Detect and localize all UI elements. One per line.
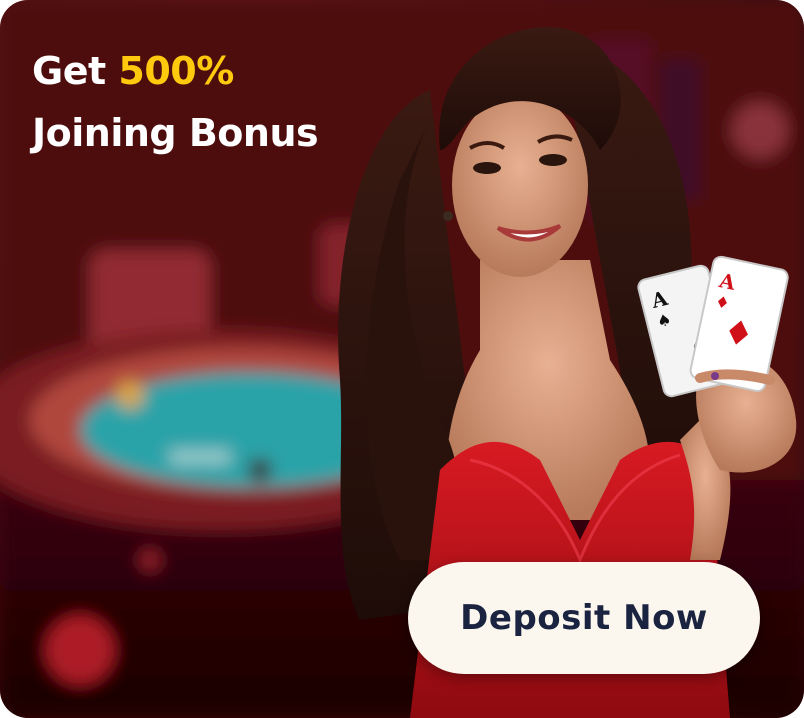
headline-prefix: Get [32, 49, 106, 93]
headline-line-1: Get 500% [32, 40, 318, 102]
promo-banner: A ♠ ♠ A ♦ ♦ Get 500% Joining Bonus Depos… [0, 0, 804, 718]
headline-line-2: Joining Bonus [32, 111, 319, 155]
deposit-now-button[interactable]: Deposit Now [408, 562, 760, 674]
bonus-percentage: 500% [118, 49, 234, 93]
promo-headline: Get 500% Joining Bonus [32, 40, 319, 164]
